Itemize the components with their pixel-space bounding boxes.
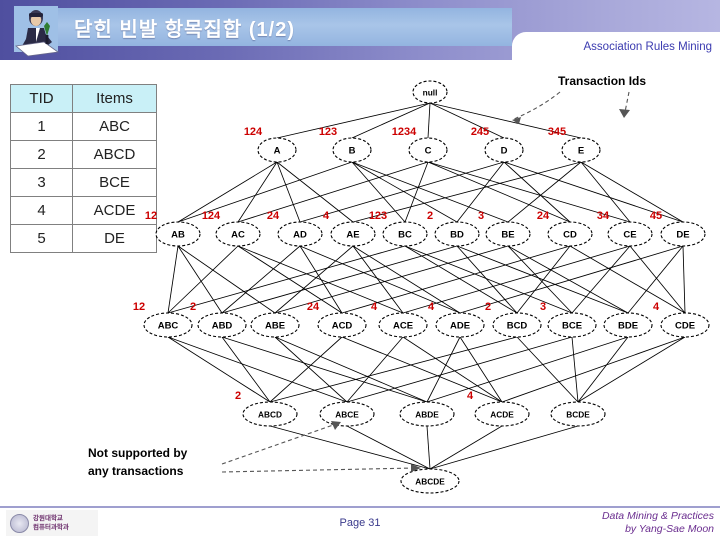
- tid-label-c: 1234: [392, 126, 417, 138]
- lattice-node-label: ABDE: [415, 409, 439, 419]
- tid-label-bcd: 2: [485, 301, 491, 313]
- tid-label-abc: 12: [133, 301, 145, 313]
- tid-label-cde: 4: [653, 301, 660, 313]
- transaction-ids-annotation: Transaction Ids: [558, 74, 646, 88]
- lattice-node-label: E: [578, 145, 584, 156]
- lattice-node-label: ABCE: [335, 409, 359, 419]
- tid-label-be: 3: [478, 210, 484, 222]
- lattice-node-label: BDE: [618, 320, 638, 331]
- tid-label-bce: 3: [540, 301, 546, 313]
- lattice-node-label: AC: [231, 229, 245, 240]
- lattice-node-label: ABD: [212, 320, 233, 331]
- lattice-node-label: AB: [171, 229, 185, 240]
- page-title: 닫힌 빈발 항목집합 (1/2): [74, 18, 295, 41]
- header-band: 닫힌 빈발 항목집합 (1/2) Association Rules Minin…: [0, 0, 720, 62]
- tid-label-acd: 24: [307, 301, 320, 313]
- lattice-node-label: B: [349, 145, 356, 156]
- lattice-node-label: BCD: [507, 320, 528, 331]
- lattice-node-label: null: [423, 87, 438, 97]
- tid-label-ab: 12: [145, 210, 157, 222]
- not-supported-annotation-line1: Not supported by: [88, 446, 188, 460]
- tid-label-acde: 4: [467, 390, 474, 402]
- itemset-lattice: null A 124 B 123 C 1234 D 245 E 345 AB 12 AC 124 AD 24 AE…: [0, 60, 720, 500]
- lattice-node-label: BC: [398, 229, 412, 240]
- lattice-node-label: ABE: [265, 320, 285, 331]
- lattice-node-label: BCE: [562, 320, 582, 331]
- lattice-node-label: ABCD: [258, 409, 282, 419]
- credit: Data Mining & Practices by Yang-Sae Moon: [602, 510, 714, 536]
- credit-line-1: Data Mining & Practices: [601, 510, 714, 522]
- tid-label-cd: 24: [537, 210, 550, 222]
- tid-label-ade: 4: [428, 301, 435, 313]
- lattice-node-label: BD: [450, 229, 464, 240]
- tid-label-ac: 124: [202, 210, 221, 222]
- lattice-node-label: CDE: [675, 320, 695, 331]
- tid-label-e: 345: [548, 126, 566, 138]
- tid-label-de: 45: [650, 210, 662, 222]
- not-supported-leader-1: [221, 423, 337, 465]
- slide: 닫힌 빈발 항목집합 (1/2) Association Rules Minin…: [0, 0, 720, 540]
- credit-line-2: by Yang-Sae Moon: [625, 523, 714, 535]
- lattice-node-label: DE: [676, 229, 689, 240]
- lattice-node-label: ABCDE: [415, 476, 445, 486]
- lattice-node-label: A: [274, 145, 281, 156]
- lattice-node-label: AD: [293, 229, 307, 240]
- tid-label-ae: 4: [323, 210, 330, 222]
- lattice-node-label: ACE: [393, 320, 413, 331]
- chapter-plate: Association Rules Mining: [512, 32, 720, 62]
- presenter-icon: [14, 6, 60, 57]
- tid-label-b: 123: [319, 126, 337, 138]
- lattice-node-label: AE: [346, 229, 359, 240]
- tid-label-abd: 2: [190, 301, 196, 313]
- lattice-node-label: D: [501, 145, 508, 156]
- tid-label-abcd: 2: [235, 390, 241, 402]
- lattice-node-label: C: [425, 145, 432, 156]
- lattice-node-label: ADE: [450, 320, 470, 331]
- lattice-node-label: CE: [623, 229, 636, 240]
- tid-label-d: 245: [471, 126, 489, 138]
- lattice-node-label: ABC: [158, 320, 179, 331]
- chapter-label: Association Rules Mining: [583, 41, 712, 53]
- lattice-nodes: nullA124B123C1234D245E345AB12AC124AD24AE…: [133, 80, 710, 494]
- transaction-ids-leader-1: [511, 91, 561, 121]
- lattice-node-label: BE: [501, 229, 514, 240]
- footer: 강원대학교 컴퓨터과학과 Page 31 Data Mining & Pract…: [0, 508, 720, 540]
- transaction-ids-arrow-2: [619, 109, 630, 118]
- not-supported-leader-2: [221, 467, 416, 473]
- lattice-node-label: ACDE: [490, 409, 514, 419]
- lattice-node-label: BCDE: [566, 409, 590, 419]
- lattice-node-label: CD: [563, 229, 577, 240]
- title-plate: 닫힌 빈발 항목집합 (1/2): [22, 8, 512, 46]
- tid-label-a: 124: [244, 126, 263, 138]
- tid-label-ad: 24: [267, 210, 280, 222]
- tid-label-ce: 34: [597, 210, 610, 222]
- lattice-node-label: ACD: [332, 320, 353, 331]
- tid-label-bd: 2: [427, 210, 433, 222]
- not-supported-annotation-line2: any transactions: [88, 464, 184, 478]
- transaction-ids-leader-2: [624, 91, 630, 113]
- tid-label-bc: 123: [369, 210, 387, 222]
- tid-label-ace: 4: [371, 301, 378, 313]
